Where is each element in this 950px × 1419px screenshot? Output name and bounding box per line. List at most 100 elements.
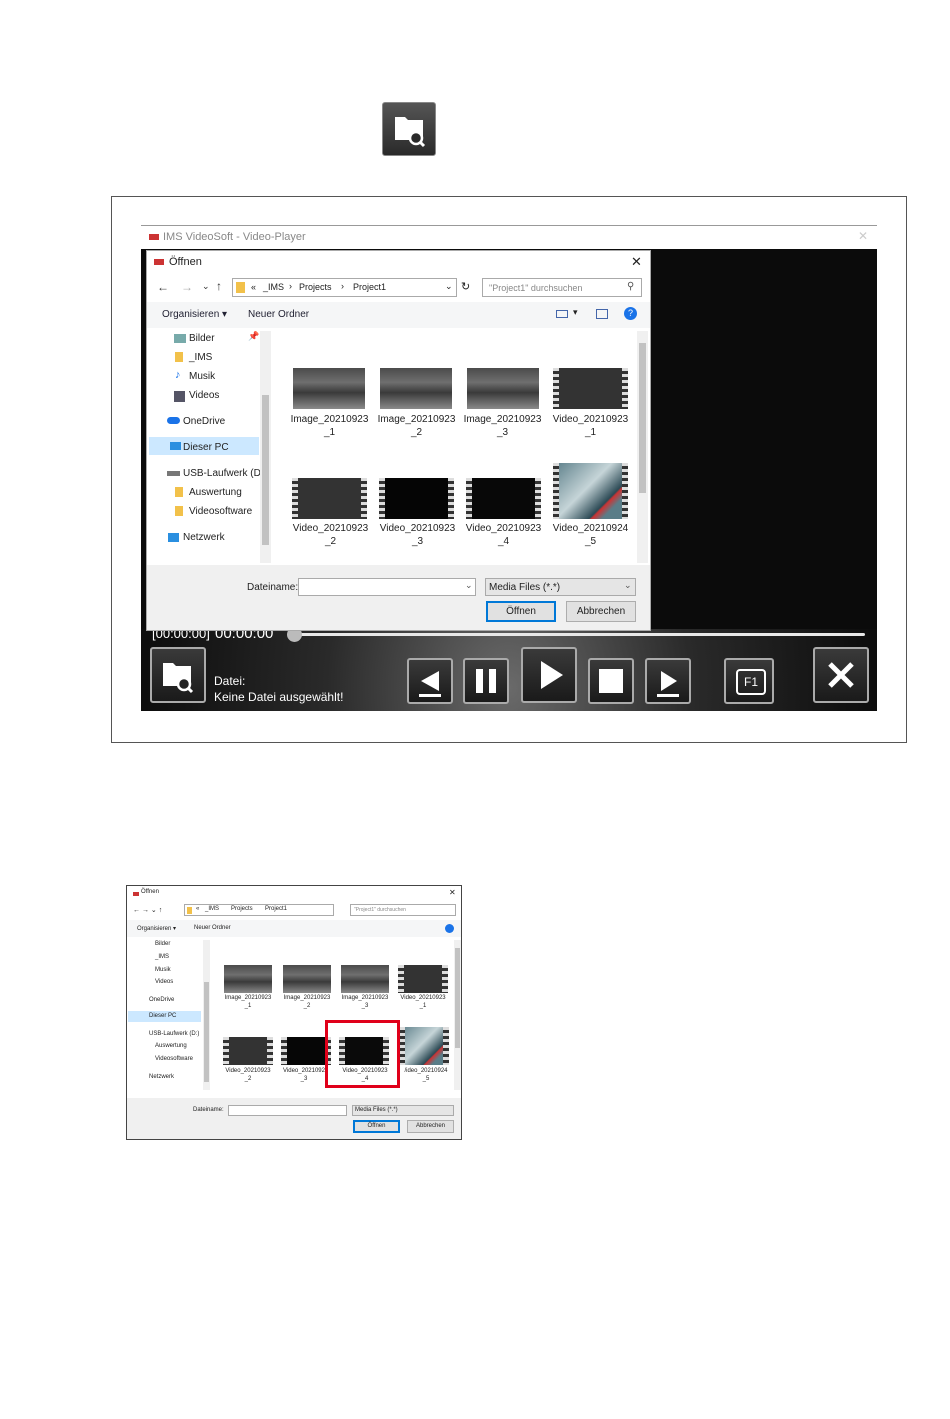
stop-button[interactable] — [588, 658, 634, 704]
file-label[interactable]: Video_20210924 _5 — [547, 522, 634, 548]
small-file-label[interactable]: /ideo_20210924 _5 — [399, 1067, 453, 1083]
small-new-folder-button[interactable]: Neuer Ordner — [194, 925, 231, 931]
small-back-arrow-icon[interactable]: ← → ⌄ ↑ — [133, 906, 162, 914]
new-folder-button[interactable]: Neuer Ordner — [248, 309, 309, 320]
view-options-icon[interactable] — [556, 310, 568, 318]
file-label[interactable]: Video_20210923 _3 — [374, 522, 461, 548]
filename-input[interactable]: ⌄ — [298, 578, 476, 596]
file-thumbnail[interactable] — [224, 965, 272, 993]
file-label[interactable]: Image_20210923 _3 — [460, 413, 545, 439]
up-arrow-icon[interactable]: ↑ — [216, 279, 222, 293]
small-file-label[interactable]: Image_20210923 _1 — [219, 994, 277, 1010]
file-label[interactable]: Video_20210923 _4 — [460, 522, 547, 548]
small-nav-scrollbar-thumb[interactable] — [204, 982, 209, 1082]
breadcrumb-overflow[interactable]: « — [251, 282, 256, 292]
small-nav-onedrive[interactable]: OneDrive — [149, 997, 174, 1003]
nav-usb[interactable]: USB-Laufwerk (D:) — [183, 468, 267, 479]
content-scrollbar-thumb[interactable] — [639, 343, 646, 493]
video-thumbnail[interactable] — [553, 463, 628, 519]
small-cancel-button[interactable]: Abbrechen — [407, 1120, 454, 1133]
dialog-close-icon[interactable]: ✕ — [631, 254, 642, 270]
nav-ims[interactable]: _IMS — [189, 352, 212, 363]
organize-menu[interactable]: Organisieren ▾ — [162, 309, 227, 320]
step-forward-button[interactable] — [645, 658, 691, 704]
small-nav-videosoftware[interactable]: Videosoftware — [155, 1056, 193, 1062]
nav-scrollbar-thumb[interactable] — [262, 395, 269, 545]
small-nav-ims[interactable]: _IMS — [155, 954, 169, 960]
recent-chevron-icon[interactable]: ⌄ — [202, 281, 210, 292]
small-file-label[interactable]: Image_20210923 _2 — [278, 994, 336, 1010]
file-thumbnail[interactable] — [293, 368, 365, 409]
file-label[interactable]: Video_20210923 _1 — [547, 413, 634, 439]
small-search-input[interactable]: "Project1" durchsuchen — [350, 904, 456, 916]
small-nav-auswertung[interactable]: Auswertung — [155, 1043, 187, 1049]
small-nav-dieser-pc[interactable]: Dieser PC — [149, 1013, 176, 1019]
cancel-button[interactable]: Abbrechen — [566, 601, 636, 622]
small-file-label[interactable]: Image_20210923 _3 — [336, 994, 394, 1010]
help-f1-button[interactable]: F1 — [724, 658, 774, 704]
small-breadcrumb-overflow[interactable]: « — [196, 906, 199, 912]
small-file-label[interactable]: Video_20210923 _2 — [219, 1067, 277, 1083]
close-player-button[interactable] — [813, 647, 869, 703]
nav-scrollbar[interactable] — [260, 331, 271, 563]
small-breadcrumb-project1[interactable]: Project1 — [265, 906, 287, 912]
file-thumbnail[interactable] — [380, 368, 452, 409]
file-thumbnail[interactable] — [341, 965, 389, 993]
file-type-chevron-icon[interactable]: ⌄ — [624, 580, 632, 591]
small-nav-bilder[interactable]: Bilder — [155, 941, 170, 947]
small-organize-menu[interactable]: Organisieren ▾ — [137, 925, 176, 932]
nav-dieser-pc[interactable]: Dieser PC — [183, 442, 229, 453]
nav-netzwerk[interactable]: Netzwerk — [183, 532, 225, 543]
breadcrumb-ims[interactable]: _IMS — [263, 282, 284, 292]
file-label[interactable]: Video_20210923 _2 — [287, 522, 374, 548]
nav-musik[interactable]: Musik — [189, 371, 215, 382]
play-button[interactable] — [521, 647, 577, 703]
small-filename-input[interactable] — [228, 1105, 347, 1116]
file-type-select[interactable]: Media Files (*.*) ⌄ — [485, 578, 636, 596]
nav-auswertung[interactable]: Auswertung — [189, 487, 242, 498]
refresh-icon[interactable]: ↻ — [461, 280, 470, 293]
breadcrumb-project1[interactable]: Project1 — [353, 282, 386, 292]
small-nav-usb[interactable]: USB-Laufwerk (D:) — [149, 1031, 199, 1037]
small-file-type-select[interactable]: Media Files (*.*) — [352, 1105, 454, 1116]
app-close-icon[interactable]: ✕ — [858, 229, 868, 243]
file-thumbnail[interactable] — [283, 965, 331, 993]
open-file-button[interactable] — [150, 647, 206, 703]
seek-track[interactable] — [292, 633, 865, 636]
content-scrollbar[interactable] — [637, 331, 648, 563]
search-input[interactable]: "Project1" durchsuchen ⚲ — [482, 278, 642, 297]
video-thumbnail[interactable] — [398, 965, 448, 993]
nav-onedrive[interactable]: OneDrive — [183, 416, 225, 427]
video-thumbnail[interactable] — [466, 478, 541, 519]
small-open-button[interactable]: Öffnen — [353, 1120, 400, 1133]
small-nav-scrollbar[interactable] — [203, 940, 210, 1090]
view-chevron-icon[interactable]: ▾ — [573, 307, 578, 318]
step-back-button[interactable] — [407, 658, 453, 704]
small-content-scrollbar[interactable] — [454, 940, 461, 1090]
small-nav-videos[interactable]: Videos — [155, 979, 173, 985]
small-file-label[interactable]: Video_2021092 _3 — [278, 1067, 330, 1083]
back-arrow-icon[interactable]: ← — [157, 280, 169, 294]
video-thumbnail[interactable] — [292, 478, 367, 519]
small-help-icon[interactable] — [445, 924, 454, 933]
filename-chevron-icon[interactable]: ⌄ — [465, 580, 473, 591]
file-thumbnail[interactable] — [467, 368, 539, 409]
small-nav-musik[interactable]: Musik — [155, 967, 171, 973]
pause-button[interactable] — [463, 658, 509, 704]
video-thumbnail[interactable] — [379, 478, 454, 519]
file-label[interactable]: Image_20210923 _2 — [374, 413, 459, 439]
nav-bilder[interactable]: Bilder — [189, 333, 215, 344]
nav-videos[interactable]: Videos — [189, 390, 219, 401]
small-nav-netzwerk[interactable]: Netzwerk — [149, 1074, 174, 1080]
video-thumbnail[interactable] — [399, 1027, 449, 1065]
preview-pane-icon[interactable] — [596, 309, 608, 319]
small-breadcrumb-ims[interactable]: _IMS — [205, 906, 219, 912]
small-address-bar[interactable]: « _IMS Projects Project1 — [184, 904, 334, 916]
address-chevron-icon[interactable]: ⌄ — [445, 281, 453, 292]
small-content-scrollbar-thumb[interactable] — [455, 948, 460, 1048]
video-thumbnail[interactable] — [281, 1037, 331, 1065]
small-file-label[interactable]: Video_20210923 _1 — [394, 994, 452, 1010]
file-label[interactable]: Image_20210923 _1 — [287, 413, 372, 439]
small-breadcrumb-projects[interactable]: Projects — [231, 906, 253, 912]
nav-videosoftware[interactable]: Videosoftware — [189, 506, 252, 517]
